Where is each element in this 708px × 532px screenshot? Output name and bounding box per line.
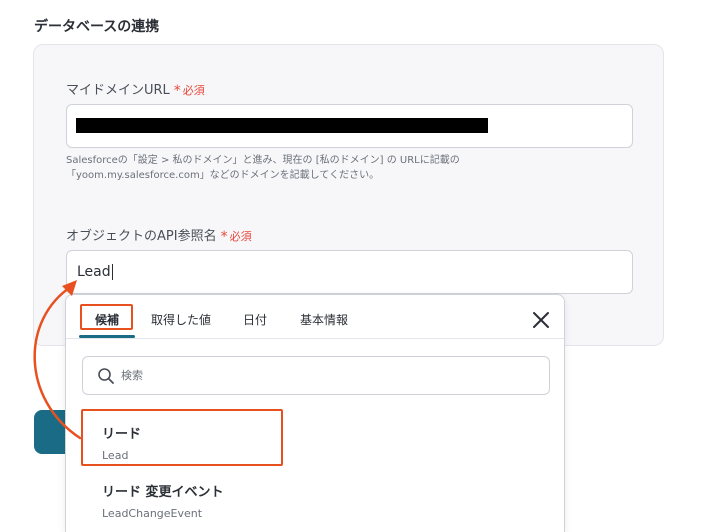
object-name-input[interactable]: Lead	[66, 250, 633, 294]
domain-field-label: マイドメインURL * 必須	[66, 79, 205, 99]
option-lead-change-event[interactable]: リード 変更イベント LeadChangeEvent	[102, 481, 224, 520]
page: データベースの連携 マイドメインURL * 必須 Salesforceの「設定 > …	[0, 0, 708, 532]
redacted-value	[76, 118, 488, 133]
dropdown-tabs: 候補 取得した値 日付 基本情報	[66, 295, 564, 339]
option-name: リード 変更イベント	[102, 485, 224, 500]
required-text: 必須	[182, 84, 205, 97]
option-name: リード	[102, 427, 142, 442]
domain-help-text: Salesforceの「設定 > 私のドメイン」と進み、現在の [私のドメイン]…	[66, 153, 626, 183]
required-text: 必須	[229, 230, 252, 243]
object-field-label: オブジェクトのAPI参照名 * 必須	[66, 225, 252, 245]
tab-candidates[interactable]: 候補	[95, 311, 119, 328]
required-badge: * 必須	[220, 229, 252, 245]
required-asterisk: *	[220, 229, 228, 245]
help-line-2: 「yoom.my.salesforce.com」などのドメインを記載してください…	[66, 170, 380, 181]
tab-basic-info[interactable]: 基本情報	[300, 311, 348, 328]
object-name-value: Lead	[77, 264, 111, 280]
help-line-1: Salesforceの「設定 > 私のドメイン」と進み、現在の [私のドメイン]…	[66, 155, 460, 166]
required-asterisk: *	[173, 83, 181, 99]
object-label-text: オブジェクトのAPI参照名	[66, 229, 217, 244]
search-icon	[98, 367, 114, 384]
tab-date[interactable]: 日付	[243, 311, 267, 328]
tabs-divider	[66, 338, 564, 339]
search-input[interactable]	[121, 369, 521, 382]
section-title: データベースの連携	[34, 19, 160, 35]
option-lead[interactable]: リード Lead	[102, 423, 141, 462]
option-api-name: Lead	[102, 449, 129, 462]
tab-retrieved-values[interactable]: 取得した値	[151, 311, 211, 328]
domain-label-text: マイドメインURL	[66, 83, 170, 98]
search-box	[82, 356, 550, 395]
text-caret	[111, 264, 113, 280]
required-badge: * 必須	[173, 83, 205, 99]
option-api-name: LeadChangeEvent	[102, 507, 203, 520]
close-icon[interactable]	[530, 309, 552, 331]
suggestion-dropdown: 候補 取得した値 日付 基本情報 リード Lead リード 変更イベント Lea…	[65, 294, 565, 532]
